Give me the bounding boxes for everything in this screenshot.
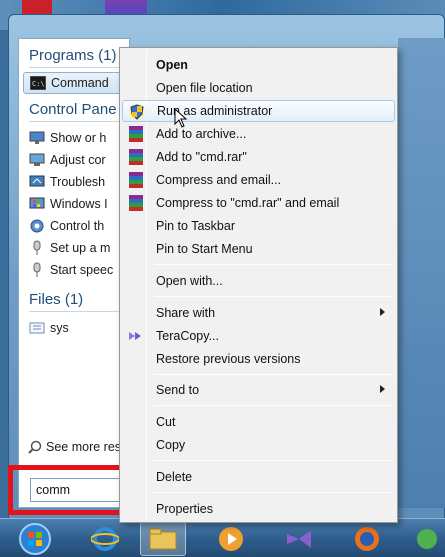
menu-item-label: Compress and email...	[156, 173, 282, 187]
group-title-control-panel[interactable]: Control Pane	[29, 101, 117, 118]
menu-item-pin-to-start-menu[interactable]: Pin to Start Menu	[122, 238, 395, 260]
menu-separator	[154, 492, 392, 493]
submenu-arrow-icon	[380, 308, 385, 316]
visual-studio-icon[interactable]	[276, 522, 322, 556]
menu-item-label: Compress to "cmd.rar" and email	[156, 196, 340, 210]
folder-icon[interactable]	[140, 522, 186, 556]
search-icon	[28, 440, 42, 454]
microphone-icon	[29, 240, 45, 256]
menu-item-copy[interactable]: Copy	[122, 434, 395, 456]
menu-item-label: Delete	[156, 470, 193, 484]
menu-item-run-as-administrator[interactable]: Run as administrator	[122, 100, 395, 122]
menu-separator	[154, 296, 392, 297]
microphone-icon	[29, 262, 45, 278]
display-icon	[29, 130, 45, 146]
menu-item-label: Send to	[156, 383, 200, 397]
context-menu: Open Open file location Run as administr…	[119, 47, 398, 523]
menu-item-open-with[interactable]: Open with...	[122, 270, 395, 292]
menu-item-send-to[interactable]: Send to	[122, 379, 395, 401]
winrar-icon	[128, 149, 144, 165]
cmd-icon: C:\	[30, 75, 46, 91]
group-title-programs[interactable]: Programs (1)	[29, 47, 117, 64]
result-item-label: Adjust cor	[50, 153, 106, 167]
menu-separator	[154, 405, 392, 406]
see-more-results-link[interactable]: See more res	[28, 440, 121, 454]
menu-item-open[interactable]: Open	[122, 54, 395, 76]
media-player-icon[interactable]	[208, 522, 254, 556]
menu-item-label: Pin to Taskbar	[156, 219, 235, 233]
taskbar-app-icon[interactable]	[408, 522, 445, 556]
winrar-icon	[128, 195, 144, 211]
divider	[29, 311, 123, 312]
menu-item-label: Copy	[156, 438, 186, 452]
divider	[29, 121, 123, 122]
annotation-highlight-box	[8, 465, 131, 515]
svg-text:C:\: C:\	[32, 80, 45, 88]
menu-separator	[154, 264, 392, 265]
see-more-label: See more res	[46, 440, 122, 454]
result-item-label: Control th	[50, 219, 105, 233]
divider	[29, 67, 123, 68]
menu-item-add-to-archive[interactable]: Add to archive...	[122, 123, 395, 145]
submenu-arrow-icon	[380, 385, 385, 393]
menu-item-label: Open with...	[156, 274, 223, 288]
winrar-icon	[128, 172, 144, 188]
menu-item-delete[interactable]: Delete	[122, 466, 395, 488]
result-item-label: Show or h	[50, 131, 107, 145]
menu-item-label: Add to "cmd.rar"	[156, 150, 247, 164]
taskbar	[0, 518, 445, 557]
result-item-label: Set up a m	[50, 241, 111, 255]
menu-item-cut[interactable]: Cut	[122, 411, 395, 433]
start-orb-icon[interactable]	[12, 522, 58, 556]
screen-icon	[29, 152, 45, 168]
file-icon	[29, 320, 45, 336]
winrar-icon	[128, 126, 144, 142]
menu-item-label: Properties	[156, 502, 213, 516]
menu-item-restore-previous-versions[interactable]: Restore previous versions	[122, 348, 395, 370]
troubleshoot-icon	[29, 174, 45, 190]
menu-item-compress-to-cmd-rar-and-email[interactable]: Compress to "cmd.rar" and email	[122, 192, 395, 214]
menu-item-pin-to-taskbar[interactable]: Pin to Taskbar	[122, 215, 395, 237]
result-item-label: sys	[50, 321, 69, 335]
menu-item-label: Pin to Start Menu	[156, 242, 253, 256]
mouse-cursor-icon	[174, 107, 188, 128]
menu-item-label: Open file location	[156, 81, 253, 95]
menu-item-properties[interactable]: Properties	[122, 498, 395, 520]
gear-icon	[29, 218, 45, 234]
teracopy-icon	[128, 328, 144, 344]
menu-item-share-with[interactable]: Share with	[122, 302, 395, 324]
menu-item-label: Open	[156, 58, 188, 72]
result-item-label: Command	[51, 76, 109, 90]
menu-item-compress-and-email[interactable]: Compress and email...	[122, 169, 395, 191]
group-title-files[interactable]: Files (1)	[29, 291, 83, 308]
menu-item-label: Add to archive...	[156, 127, 247, 141]
menu-item-label: Share with	[156, 306, 216, 320]
result-item-label: Start speec	[50, 263, 114, 277]
result-item-label: Troublesh	[50, 175, 106, 189]
menu-item-label: Restore previous versions	[156, 352, 301, 366]
menu-separator	[154, 374, 392, 375]
menu-item-teracopy[interactable]: TeraCopy...	[122, 325, 395, 347]
shield-icon	[129, 104, 145, 120]
menu-item-label: TeraCopy...	[156, 329, 219, 343]
start-menu-right-pane	[398, 38, 445, 508]
firefox-icon[interactable]	[344, 522, 390, 556]
search-results-pane: Programs (1) C:\ Command Control Pane Sh…	[18, 38, 143, 508]
menu-item-open-file-location[interactable]: Open file location	[122, 77, 395, 99]
menu-item-add-to-cmd-rar[interactable]: Add to "cmd.rar"	[122, 146, 395, 168]
windows-icon	[29, 196, 45, 212]
internet-explorer-icon[interactable]	[82, 522, 128, 556]
menu-item-label: Cut	[156, 415, 176, 429]
result-item-label: Windows I	[50, 197, 108, 211]
menu-separator	[154, 460, 392, 461]
